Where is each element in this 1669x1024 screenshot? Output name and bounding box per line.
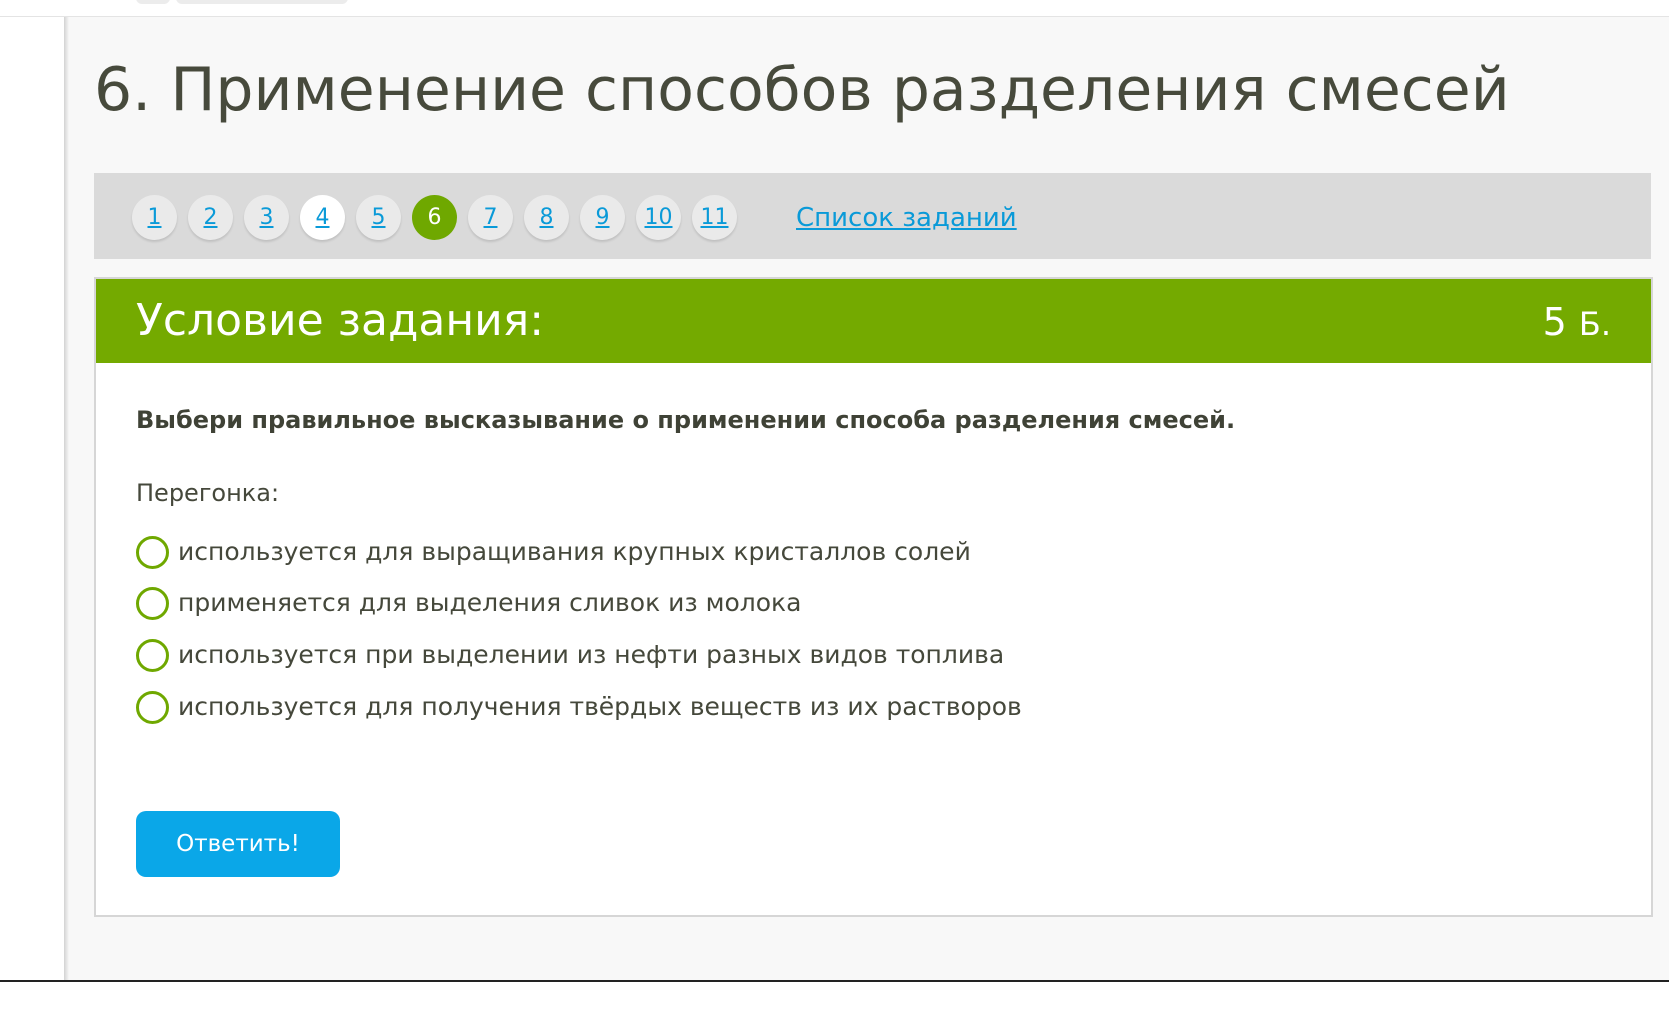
task-points-unit: Б. — [1578, 305, 1611, 343]
task-nav-item-10[interactable]: 10 — [636, 195, 681, 240]
task-list-link[interactable]: Список заданий — [796, 200, 1017, 236]
task-nav-item-1[interactable]: 1 — [132, 195, 177, 240]
task-points-value: 5 — [1542, 300, 1567, 344]
task-nav-item-7[interactable]: 7 — [468, 195, 513, 240]
radio-button[interactable] — [136, 586, 169, 620]
page-title: 6. Применение способов разделения смесей — [94, 55, 1510, 125]
answer-option-label: применяется для выделения сливок из моло… — [178, 588, 802, 617]
top-control-fragment — [136, 0, 170, 4]
left-gutter — [0, 17, 64, 980]
bottom-border — [0, 980, 1669, 982]
task-navigation: 1 2 3 4 5 6 7 8 9 10 11 Список заданий — [94, 173, 1651, 259]
radio-button[interactable] — [136, 535, 169, 569]
task-header-title: Условие задания: — [136, 295, 545, 346]
answer-option-4[interactable]: используется для получения твёрдых вещес… — [136, 687, 1022, 727]
task-nav-item-9[interactable]: 9 — [580, 195, 625, 240]
task-nav-item-11[interactable]: 11 — [692, 195, 737, 240]
answer-option-label: используется при выделении из нефти разн… — [178, 640, 1005, 669]
task-nav-item-3[interactable]: 3 — [244, 195, 289, 240]
task-nav-item-6-current[interactable]: 6 — [412, 195, 457, 240]
task-question: Выбери правильное высказывание о примене… — [136, 406, 1236, 434]
task-nav-item-5[interactable]: 5 — [356, 195, 401, 240]
top-control-fragment — [176, 0, 348, 4]
task-points: 5 Б. — [1543, 297, 1611, 349]
submit-answer-button[interactable]: Ответить! — [136, 811, 340, 877]
answer-option-2[interactable]: применяется для выделения сливок из моло… — [136, 583, 801, 623]
answer-option-3[interactable]: используется при выделении из нефти разн… — [136, 635, 1004, 675]
answer-option-1[interactable]: используется для выращивания крупных кри… — [136, 532, 971, 572]
radio-button[interactable] — [136, 638, 169, 672]
task-card: Условие задания: 5 Б. Выбери правильное … — [94, 277, 1653, 917]
task-header: Условие задания: 5 Б. — [96, 279, 1651, 363]
answer-option-label: используется для выращивания крупных кри… — [178, 537, 971, 566]
task-subject: Перегонка: — [136, 479, 280, 507]
task-nav-item-4[interactable]: 4 — [300, 195, 345, 240]
task-nav-item-8[interactable]: 8 — [524, 195, 569, 240]
task-nav-item-2[interactable]: 2 — [188, 195, 233, 240]
top-strip — [0, 0, 1669, 17]
answer-option-label: используется для получения твёрдых вещес… — [178, 692, 1022, 721]
radio-button[interactable] — [136, 690, 169, 724]
